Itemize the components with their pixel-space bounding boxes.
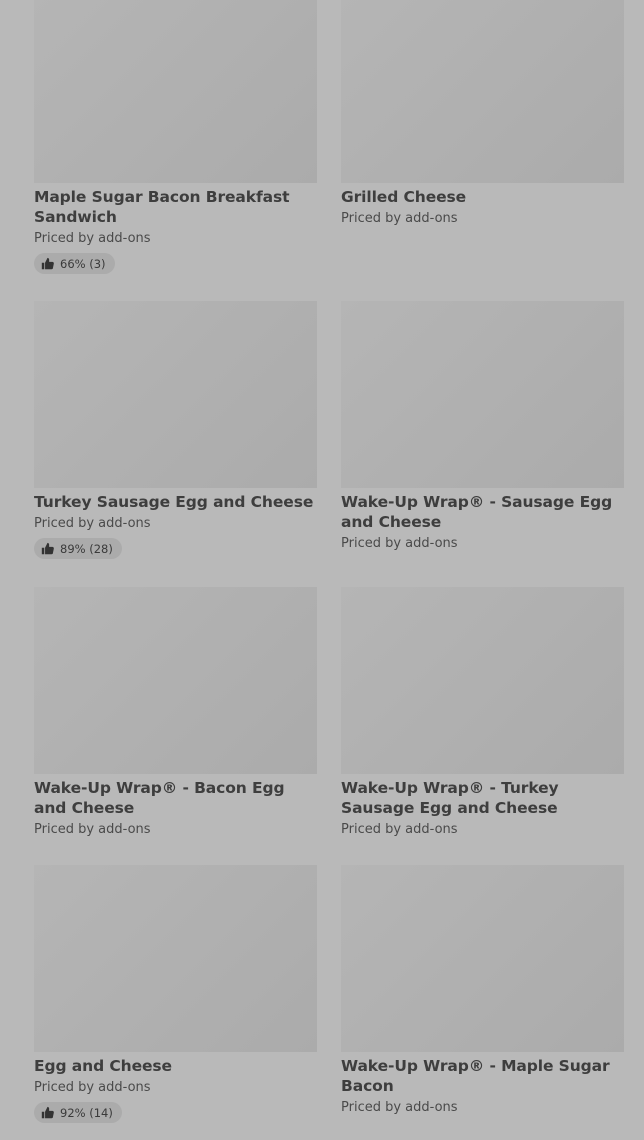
item-image[interactable] <box>34 587 317 774</box>
item-name: Wake-Up Wrap® - Sausage Egg and Cheese <box>341 493 613 531</box>
rating-badge: 66% (3) <box>34 253 115 274</box>
item-name: Maple Sugar Bacon Breakfast Sandwich <box>34 188 290 226</box>
menu-item-card[interactable]: Wake-Up Wrap® - Maple Sugar Bacon Priced… <box>341 865 624 1118</box>
item-price: Priced by add-ons <box>34 822 151 837</box>
item-image[interactable] <box>341 865 624 1052</box>
menu-items-grid: Maple Sugar Bacon Breakfast Sandwich Pri… <box>0 0 644 1140</box>
item-price: Priced by add-ons <box>34 1080 151 1095</box>
rating-badge: 89% (28) <box>34 538 122 559</box>
rating-text: 92% (14) <box>60 1105 113 1120</box>
rating-text: 66% (3) <box>60 256 106 271</box>
item-name: Turkey Sausage Egg and Cheese <box>34 493 314 511</box>
menu-item-card[interactable]: Turkey Sausage Egg and Cheese Priced by … <box>34 301 317 559</box>
item-image[interactable] <box>341 301 624 488</box>
item-price: Priced by add-ons <box>341 1100 458 1115</box>
menu-item-card[interactable]: Wake-Up Wrap® - Bacon Egg and Cheese Pri… <box>34 587 317 840</box>
menu-item-card[interactable]: Maple Sugar Bacon Breakfast Sandwich Pri… <box>34 0 317 274</box>
item-price: Priced by add-ons <box>341 211 458 226</box>
item-name: Grilled Cheese <box>341 188 467 206</box>
item-price: Priced by add-ons <box>341 822 458 837</box>
item-image[interactable] <box>34 0 317 183</box>
menu-item-card[interactable]: Grilled Cheese Priced by add-ons <box>341 0 624 229</box>
item-image[interactable] <box>341 587 624 774</box>
item-image[interactable] <box>34 301 317 488</box>
item-name: Wake-Up Wrap® - Maple Sugar Bacon <box>341 1057 610 1095</box>
item-price: Priced by add-ons <box>34 231 151 246</box>
rating-badge: 92% (14) <box>34 1102 122 1123</box>
menu-item-card[interactable]: Wake-Up Wrap® - Turkey Sausage Egg and C… <box>341 587 624 840</box>
item-name: Wake-Up Wrap® - Turkey Sausage Egg and C… <box>341 779 559 817</box>
item-image[interactable] <box>34 865 317 1052</box>
item-price: Priced by add-ons <box>34 516 151 531</box>
thumbs-up-icon <box>41 257 54 270</box>
item-price: Priced by add-ons <box>341 536 458 551</box>
menu-item-card[interactable]: Egg and Cheese Priced by add-ons 92% (14… <box>34 865 317 1123</box>
thumbs-up-icon <box>41 542 54 555</box>
thumbs-up-icon <box>41 1106 54 1119</box>
item-name: Wake-Up Wrap® - Bacon Egg and Cheese <box>34 779 285 817</box>
item-image[interactable] <box>341 0 624 183</box>
rating-text: 89% (28) <box>60 541 113 556</box>
menu-item-card[interactable]: Wake-Up Wrap® - Sausage Egg and Cheese P… <box>341 301 624 554</box>
item-name: Egg and Cheese <box>34 1057 172 1075</box>
